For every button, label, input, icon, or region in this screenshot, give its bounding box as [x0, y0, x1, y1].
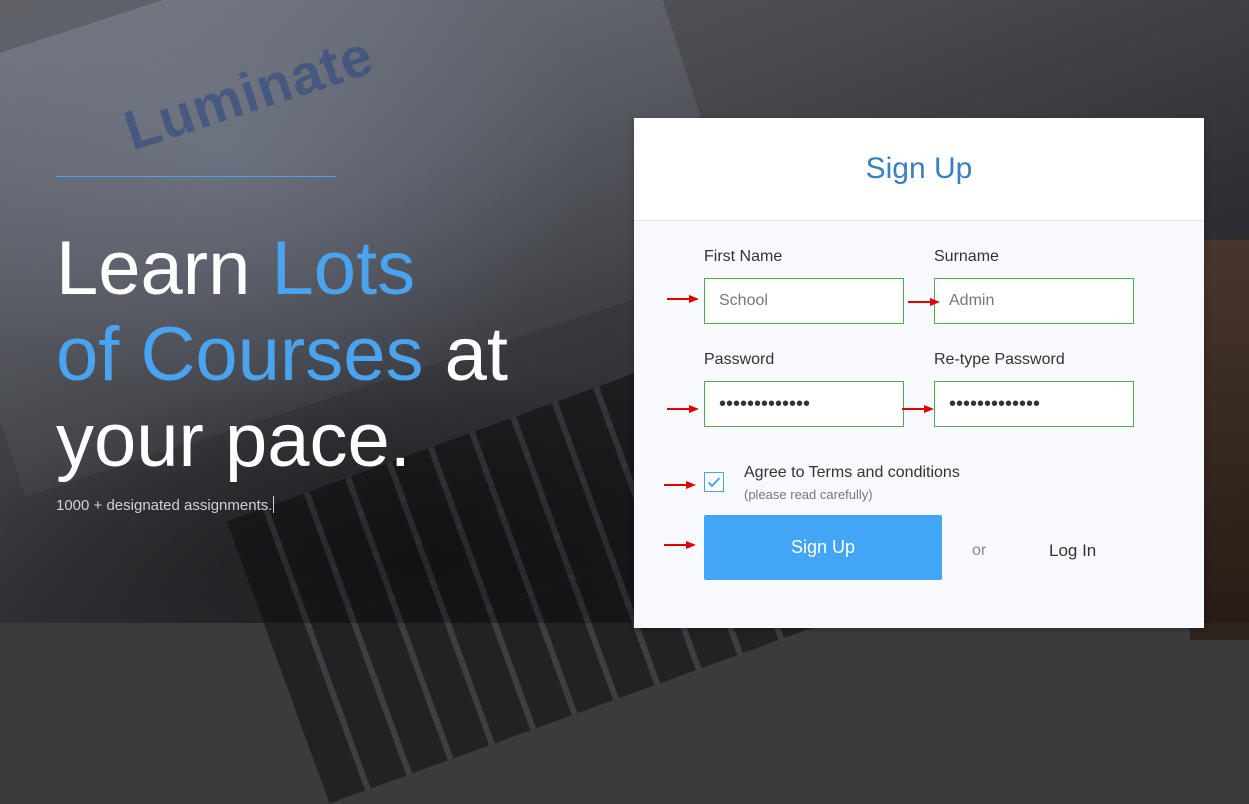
hero-title-part3: your pace. — [56, 398, 411, 483]
red-arrow-icon — [667, 405, 699, 413]
surname-label: Surname — [934, 248, 999, 265]
log-in-link[interactable]: Log In — [1049, 541, 1096, 561]
hero-subtitle-text: 1000 + designated assignments. — [56, 497, 273, 514]
first-name-input[interactable] — [704, 278, 904, 324]
retype-password-input[interactable] — [934, 381, 1134, 427]
hero-subtitle: 1000 + designated assignments. — [56, 496, 275, 514]
hero-title-accent1: Lots — [271, 226, 416, 311]
red-arrow-icon — [908, 298, 940, 306]
hero-title-accent2: of Courses — [56, 312, 424, 397]
hero-title-part2: at — [423, 312, 508, 397]
terms-note: (please read carefully) — [744, 487, 873, 502]
signup-card: Sign Up First Name Surname Password Re-t… — [634, 118, 1204, 628]
signup-title: Sign Up — [865, 152, 973, 185]
password-input[interactable] — [704, 381, 904, 427]
hero-title: Learn Lots of Courses at your pace. — [56, 226, 616, 484]
check-icon — [707, 477, 721, 488]
sign-up-button[interactable]: Sign Up — [704, 515, 942, 580]
text-caret — [273, 496, 275, 513]
terms-label[interactable]: Agree to Terms and conditions — [744, 464, 960, 482]
red-arrow-icon — [902, 405, 934, 413]
first-name-label: First Name — [704, 248, 783, 265]
or-separator: or — [972, 542, 987, 559]
terms-checkbox[interactable] — [704, 472, 724, 492]
hero-title-part1: Learn — [56, 226, 272, 311]
red-arrow-icon — [667, 295, 699, 303]
retype-password-label: Re-type Password — [934, 351, 1065, 368]
hero-divider — [56, 176, 336, 177]
signup-card-header: Sign Up — [634, 118, 1204, 221]
red-arrow-icon — [664, 481, 696, 489]
password-label: Password — [704, 351, 775, 368]
red-arrow-icon — [664, 541, 696, 549]
surname-input[interactable] — [934, 278, 1134, 324]
